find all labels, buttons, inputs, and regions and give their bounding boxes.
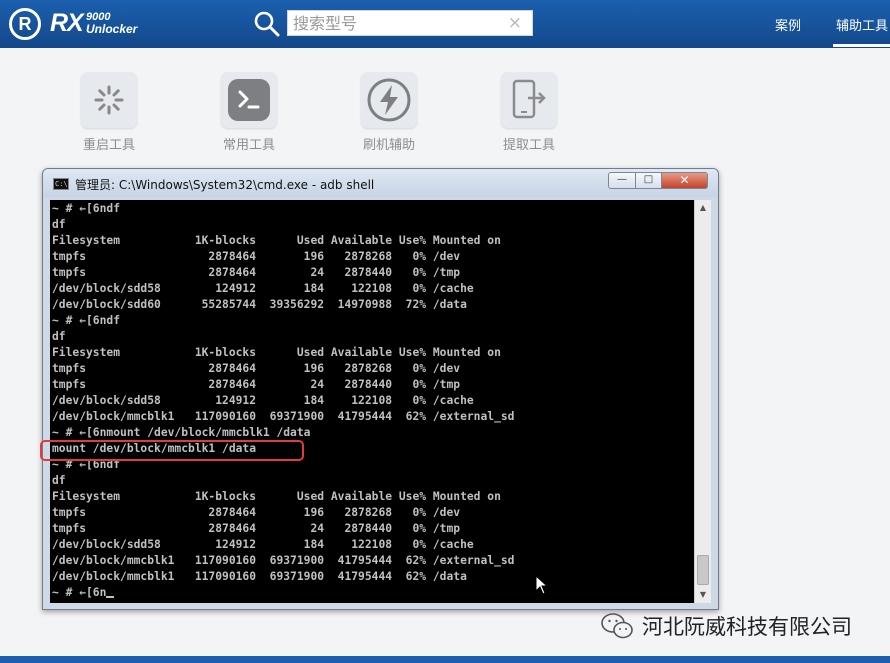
scroll-down-icon[interactable]: ▼ <box>695 587 711 603</box>
tool-extract[interactable]: 提取工具 <box>499 72 559 153</box>
logo-subtitle: Unlocker <box>86 22 138 36</box>
console-line: ~ # ←[6n <box>52 585 515 601</box>
watermark-text: 河北阮威科技有限公司 <box>642 615 852 639</box>
close-button[interactable]: ✕ <box>661 172 708 189</box>
nav-tools[interactable]: 辅助工具 <box>836 15 888 34</box>
console-line: df <box>52 474 66 487</box>
minimize-button[interactable]: — <box>608 172 636 189</box>
console-line: tmpfs 2878464 196 2878268 0% /dev <box>52 362 461 375</box>
phone-extract-icon <box>501 72 557 128</box>
tool-label: 常用工具 <box>222 138 275 153</box>
console-line: df <box>52 330 66 343</box>
terminal-prompt-icon <box>221 72 277 128</box>
search-icon[interactable] <box>254 11 280 37</box>
console-line: tmpfs 2878464 196 2878268 0% /dev <box>52 506 461 519</box>
logo-rx: RX <box>50 9 84 37</box>
maximize-button[interactable]: □ <box>635 172 662 189</box>
console-line: df <box>52 218 66 231</box>
app-header: R RX 9000 Unlocker × 案例 辅助工具 <box>0 0 890 48</box>
flash-bolt-icon <box>361 72 417 128</box>
app-logo-icon: R <box>9 8 41 40</box>
tool-common[interactable]: 常用工具 <box>219 72 279 153</box>
console-scrollbar[interactable]: ▲ ▼ <box>694 200 711 603</box>
console-line: tmpfs 2878464 24 2878440 0% /tmp <box>52 522 461 535</box>
tool-label: 提取工具 <box>502 138 555 153</box>
console-line: /dev/block/mmcblk1 117090160 69371900 41… <box>52 554 515 567</box>
console-line: tmpfs 2878464 24 2878440 0% /tmp <box>52 266 461 279</box>
watermark: 河北阮威科技有限公司 <box>600 611 852 641</box>
console-line: ~ # ←[6ndf <box>52 202 121 215</box>
highlight-annotation <box>40 440 304 461</box>
nav-cases[interactable]: 案例 <box>775 15 801 34</box>
mouse-pointer-icon <box>535 575 549 595</box>
console-prompt-text: ~ # ←[6n <box>52 586 107 599</box>
console-line: Filesystem 1K-blocks Used Available Use%… <box>52 490 501 503</box>
console-line: tmpfs 2878464 196 2878268 0% /dev <box>52 250 461 263</box>
wechat-icon <box>601 613 633 639</box>
console-line: Filesystem 1K-blocks Used Available Use%… <box>52 346 501 359</box>
app-logo-text: RX 9000 Unlocker <box>50 9 137 37</box>
bottom-bar <box>0 656 890 663</box>
restart-spinner-icon <box>81 72 137 128</box>
tool-flash[interactable]: 刷机辅助 <box>359 72 419 153</box>
cmd-window-title: 管理员: C:\Windows\System32\cmd.exe - adb s… <box>75 178 375 192</box>
cmd-title-bar[interactable]: C:\ 管理员: C:\Windows\System32\cmd.exe - a… <box>43 169 718 197</box>
console-line: /dev/block/sdd58 124912 184 122108 0% /c… <box>52 538 474 551</box>
tool-restart[interactable]: 重启工具 <box>79 72 139 153</box>
clear-search-icon[interactable]: × <box>508 12 522 34</box>
search-box: × <box>287 10 533 36</box>
scrollbar-thumb[interactable] <box>697 555 709 585</box>
console-line: /dev/block/mmcblk1 117090160 69371900 41… <box>52 570 467 583</box>
nav-active-indicator <box>833 44 890 47</box>
console-line: ~ # ←[6nmount /dev/block/mmcblk1 /data <box>52 426 311 439</box>
console-output[interactable]: ~ # ←[6ndf df Filesystem 1K-blocks Used Av… <box>50 200 694 603</box>
tool-label: 刷机辅助 <box>362 138 415 153</box>
console-line: /dev/block/mmcblk1 117090160 69371900 41… <box>52 410 515 423</box>
console-line: Filesystem 1K-blocks Used Available Use%… <box>52 234 501 247</box>
console-line: /dev/block/sdd58 124912 184 122108 0% /c… <box>52 394 474 407</box>
console-line: /dev/block/sdd58 124912 184 122108 0% /c… <box>52 282 474 295</box>
console-line: ~ # ←[6ndf <box>52 314 121 327</box>
console-line: /dev/block/sdd60 55285744 39356292 14970… <box>52 298 467 311</box>
console-lines: ~ # ←[6ndf df Filesystem 1K-blocks Used Av… <box>52 201 515 601</box>
cmd-window: C:\ 管理员: C:\Windows\System32\cmd.exe - a… <box>42 168 719 610</box>
tool-label: 重启工具 <box>82 138 135 153</box>
search-input[interactable] <box>288 11 498 35</box>
scroll-up-icon[interactable]: ▲ <box>695 200 711 216</box>
text-cursor <box>106 596 115 598</box>
console-line: tmpfs 2878464 24 2878440 0% /tmp <box>52 378 461 391</box>
cmd-app-icon: C:\ <box>53 178 69 190</box>
